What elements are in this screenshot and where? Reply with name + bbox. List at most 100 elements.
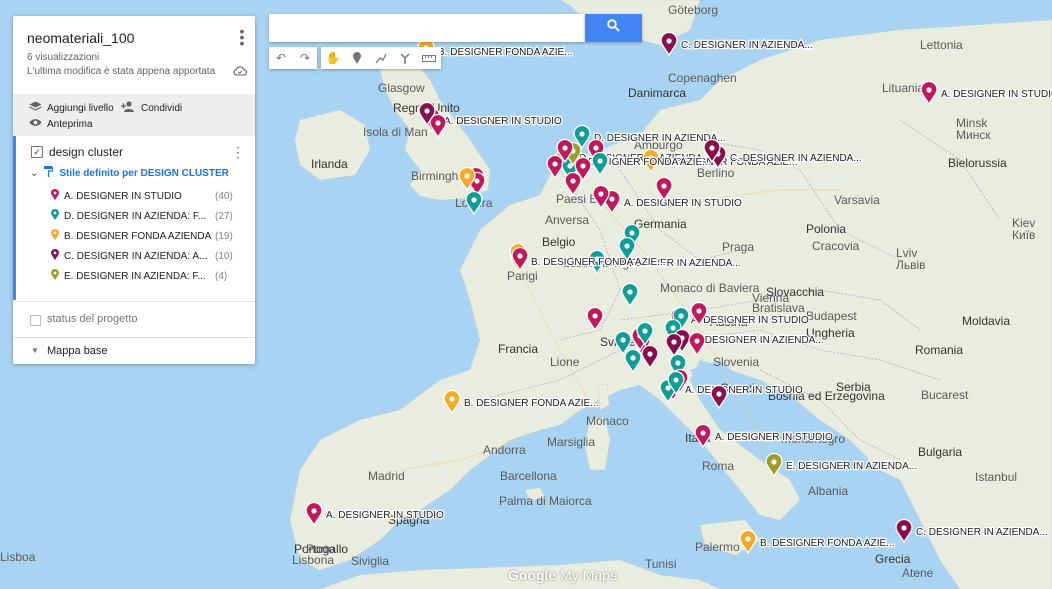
chevron-down-icon[interactable]: ⌄ [30,168,38,179]
map-label: Lione [550,355,580,369]
panel-actions: Aggiungi livello Condividi Anteprima [13,94,255,136]
map-label: Moldavia [962,314,1010,328]
map-label: Palermo [695,540,740,554]
legend-count: (4) [215,270,228,282]
layer-options-icon[interactable]: ⋮ [231,144,245,161]
map-label: Belgio [542,235,576,249]
layer-name[interactable]: design cluster [49,145,123,159]
panel-header: neomateriali_100 6 visualizzazioni L'ult… [13,16,255,94]
marker-label[interactable]: C. DESIGNER IN AZIENDA... [915,526,1049,540]
map-label: Lituania [882,81,924,95]
legend-count: (19) [215,230,233,242]
marker-label[interactable]: D. DESIGNER IN AZIENDA... [691,334,825,348]
redo-icon[interactable]: ↷ [293,47,317,69]
map-label: Polonia [806,222,846,236]
map-pin-icon [51,189,59,203]
legend-label: B. DESIGNER FONDA AZIENDA [64,230,212,242]
layers-icon [29,101,42,115]
undo-icon[interactable]: ↶ [269,47,293,69]
marker-label[interactable]: B. DESIGNER FONDA AZIE... [530,256,667,270]
map-label: Monaco di Baviera [660,281,760,295]
preview-button[interactable]: Anteprima [29,118,93,130]
search-button[interactable] [585,14,642,42]
marker-label[interactable]: A. DESIGNER IN STUDIO [325,509,446,523]
map-label: Roma [702,459,734,473]
marker-label[interactable]: E. DESIGNER IN AZIENDA... [785,460,919,474]
map-pin-icon [51,229,59,243]
map-label: Monaco [586,414,629,428]
ruler-icon[interactable] [417,47,441,69]
marker-label[interactable]: B. DESIGNER FONDA AZIE... [437,46,574,60]
legend-item[interactable]: D. DESIGNER IN AZIENDA: F... (27) [51,209,233,223]
map-label: Bucarest [921,388,969,402]
map-panel: neomateriali_100 6 visualizzazioni L'ult… [13,16,255,364]
map-label: Bulgaria [918,445,962,459]
share-button[interactable]: Condividi [121,101,182,115]
directions-icon[interactable] [393,47,417,69]
legend-label: E. DESIGNER IN AZIENDA: F... [64,270,206,282]
status-layer-checkbox[interactable] [30,315,41,326]
map-label: Francia [498,342,538,356]
marker-label[interactable]: A. DESIGNER IN STUDIO [443,115,564,129]
map-label: Lettonia [920,38,963,52]
add-layer-button[interactable]: Aggiungi livello [29,101,114,115]
preview-label: Anteprima [47,118,93,130]
marker-label[interactable]: C. DESIGNER IN AZIENDA... [729,152,863,166]
map-label: Palma di Maiorca [499,494,592,508]
marker-label[interactable]: A. DESIGNER IN STUDIO [714,431,835,445]
legend-item[interactable]: B. DESIGNER FONDA AZIENDA (19) [51,229,233,243]
legend-item[interactable]: E. DESIGNER IN AZIENDA: F... (4) [51,269,227,283]
marker-label[interactable]: A. DESIGNER IN STUDIO [940,88,1052,102]
marker-label[interactable]: A. DESIGNER IN STUDIO [684,384,805,398]
legend-item[interactable]: C. DESIGNER IN AZIENDA: A... (10) [51,249,233,263]
legend-count: (27) [215,210,233,222]
map-label: Berlino [697,166,735,180]
base-map-section[interactable]: ▼ Mappa base [13,337,255,365]
map-label: Barcellona [500,469,557,483]
map-label: Lisboa [0,550,36,564]
map-label: Atene [902,566,934,580]
triangle-down-icon[interactable]: ▼ [31,346,39,355]
map-label: Romania [915,343,963,357]
layer-style-link[interactable]: ⌄ Stile definito per DESIGN CLUSTER [30,166,229,180]
map-label: Київ [1012,228,1035,242]
map-pin-icon [51,249,59,263]
marker-label[interactable]: A. DESIGNER IN STUDIO [690,314,811,328]
map-label: Tunisi [645,557,677,571]
my-maps-wordmark: My Maps [560,567,617,583]
map-label: Isola di Man [363,125,428,139]
map-label: Varsavia [834,193,880,207]
view-count: 6 visualizzazioni [27,52,100,63]
map-label: Grecia [875,552,911,566]
map-label: Danimarca [628,86,686,100]
map-label: Porto [306,542,335,556]
draw-line-icon[interactable] [369,47,393,69]
marker-label[interactable]: C. DESIGNER IN AZIENDA... [680,39,814,53]
map-label: Copenaghen [668,71,737,85]
base-map-label: Mappa base [47,345,108,357]
map-label: Albania [808,484,848,498]
more-options-icon[interactable]: • • • [237,24,247,50]
search-input[interactable] [269,14,585,42]
add-marker-icon[interactable] [345,47,369,69]
map-label: Cracovia [812,239,860,253]
add-person-icon [121,101,136,115]
legend-item[interactable]: A. DESIGNER IN STUDIO (40) [51,189,233,203]
map-label: Marsiglia [547,435,595,449]
marker-label[interactable]: A. DESIGNER IN STUDIO [623,197,744,211]
marker-label[interactable]: B. DESIGNER FONDA AZIE... [463,397,600,411]
map-title[interactable]: neomateriali_100 [27,30,134,46]
google-wordmark: Google [508,567,557,583]
status-layer-name[interactable]: status del progetto [47,313,138,325]
map-label: Anversa [545,213,589,227]
marker-label[interactable]: B. DESIGNER FONDA AZIE... [759,537,896,551]
map-toolbar: ↶ ↷ ✋ [269,47,441,69]
google-my-maps-logo: Google My Maps [508,567,617,583]
hand-icon[interactable]: ✋ [321,47,345,69]
legend-label: D. DESIGNER IN AZIENDA: F... [64,210,207,222]
layer-checkbox[interactable]: ✓ [31,146,43,158]
map-label: Serbia [836,380,871,394]
status-layer: status del progetto [13,301,255,338]
last-modified: L'ultima modifica è stata appena apporta… [27,66,216,77]
share-label: Condividi [141,102,183,114]
